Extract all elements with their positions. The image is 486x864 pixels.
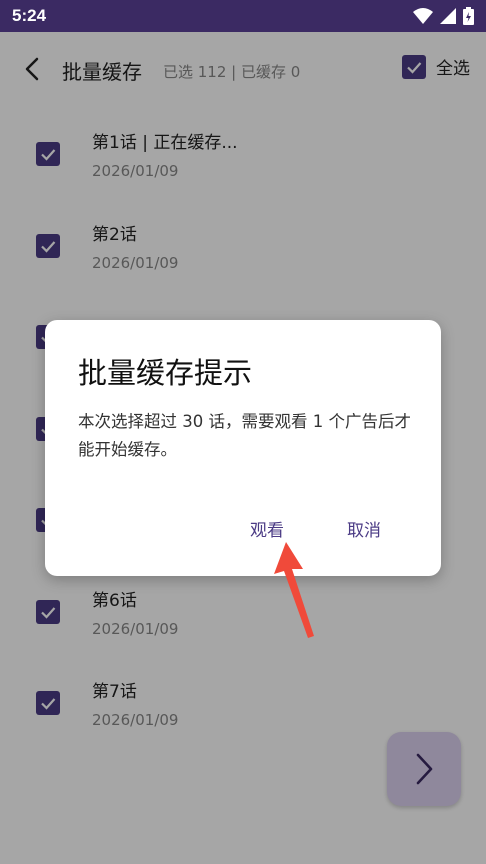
wifi-icon <box>413 8 433 24</box>
dialog-message: 本次选择超过 30 话，需要观看 1 个广告后才能开始缓存。 <box>78 412 411 459</box>
status-icons <box>413 7 474 25</box>
status-time: 5:24 <box>12 6 47 25</box>
cellular-icon <box>440 8 456 24</box>
cancel-button[interactable]: 取消 <box>343 514 385 543</box>
status-bar: 5:24 <box>0 0 486 32</box>
battery-icon <box>463 7 474 25</box>
ad-prompt-dialog: 批量缓存提示 本次选择超过 30 话，需要观看 1 个广告后才能开始缓存。 观看… <box>45 320 441 576</box>
annotation-arrow-icon <box>274 542 314 638</box>
dialog-title: 批量缓存提示 <box>78 356 253 390</box>
